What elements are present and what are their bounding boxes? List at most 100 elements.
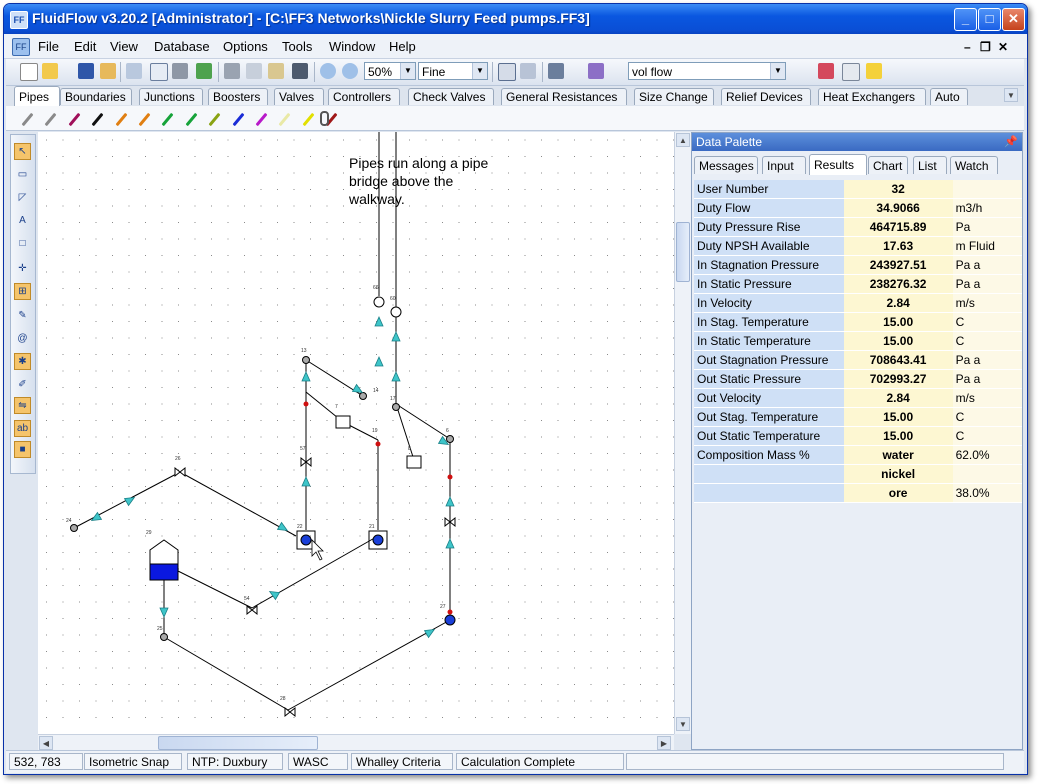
flow-arrow-icon[interactable]: [445, 496, 455, 507]
node-label[interactable]: 25: [157, 626, 163, 632]
report-icon[interactable]: [842, 63, 860, 81]
node-label[interactable]: 28: [280, 696, 286, 702]
tab-list[interactable]: List: [913, 156, 947, 174]
chevron-down-icon[interactable]: ▼: [770, 63, 785, 79]
tab-controllers[interactable]: Controllers: [328, 88, 400, 105]
result-row[interactable]: In Velocity 2.84 m/s: [694, 293, 1022, 313]
result-row[interactable]: Out Static Temperature 15.00 C: [694, 426, 1022, 446]
result-row[interactable]: Out Static Pressure 702993.27 Pa a: [694, 369, 1022, 389]
flow-arrow-icon[interactable]: [159, 607, 169, 618]
node-label[interactable]: 7: [335, 404, 338, 410]
menu-options[interactable]: Options: [223, 39, 268, 54]
junction-icon[interactable]: [160, 633, 168, 641]
junction-icon[interactable]: [446, 435, 454, 443]
flow-arrow-icon[interactable]: [423, 626, 437, 639]
paste-icon[interactable]: [268, 63, 284, 79]
select-arrow-icon[interactable]: ↖: [14, 143, 31, 160]
result-row[interactable]: In Static Temperature 15.00 C: [694, 331, 1022, 351]
data-palette-header[interactable]: Data Palette 📌: [692, 133, 1022, 151]
layers-icon[interactable]: [588, 63, 604, 79]
tab-messages[interactable]: Messages: [694, 156, 758, 174]
pipe-type-icon[interactable]: [232, 112, 245, 127]
tab-check-valves[interactable]: Check Valves: [408, 88, 494, 105]
canvas-annotation[interactable]: Pipes run along a pipe bridge above the …: [349, 154, 488, 208]
chevron-down-icon[interactable]: ▼: [1004, 88, 1018, 102]
cut-icon[interactable]: [224, 63, 240, 79]
valve-icon[interactable]: [246, 604, 258, 616]
connection-point-icon[interactable]: [447, 474, 453, 480]
status-wasc[interactable]: WASC: [288, 753, 348, 770]
result-row[interactable]: In Stagnation Pressure 243927.51 Pa a: [694, 255, 1022, 275]
move-icon[interactable]: ✛: [14, 260, 31, 277]
menu-database[interactable]: Database: [154, 39, 210, 54]
text-label-icon[interactable]: ab: [14, 420, 31, 437]
pipe-type-icon[interactable]: [115, 112, 128, 127]
print-preview-icon[interactable]: [150, 63, 168, 81]
rectangle-select-icon[interactable]: ▭: [14, 166, 31, 183]
pipe-type-icon[interactable]: [255, 112, 268, 127]
lasso-icon[interactable]: ◸: [14, 189, 31, 206]
maximize-button[interactable]: □: [978, 8, 1001, 31]
flexible-hose-icon[interactable]: [320, 111, 329, 126]
menu-file[interactable]: File: [38, 39, 59, 54]
zoom-in-icon[interactable]: [320, 63, 336, 79]
tab-valves[interactable]: Valves: [274, 88, 324, 105]
mouse-cursor-icon[interactable]: [311, 539, 324, 561]
scroll-left-icon[interactable]: ◀: [39, 736, 53, 750]
pipe-type-icon[interactable]: [21, 112, 34, 127]
label-icon[interactable]: @: [14, 330, 31, 347]
status-snap[interactable]: Isometric Snap: [84, 753, 182, 770]
horizontal-scroll-thumb[interactable]: [158, 736, 318, 750]
vertical-scroll-thumb[interactable]: [676, 222, 690, 282]
mdi-close-icon[interactable]: ✕: [998, 40, 1008, 54]
result-row[interactable]: In Stag. Temperature 15.00 C: [694, 312, 1022, 332]
chevron-down-icon[interactable]: ▼: [472, 63, 487, 79]
result-row[interactable]: ore 38.0%: [694, 483, 1022, 503]
node-label[interactable]: 8: [408, 446, 411, 452]
node-label[interactable]: 22: [297, 524, 303, 530]
tab-watch[interactable]: Watch: [950, 156, 998, 174]
node-label[interactable]: 14: [373, 388, 379, 394]
calculate-icon[interactable]: [548, 63, 564, 79]
node-label[interactable]: 17: [390, 396, 396, 402]
tab-pipes[interactable]: Pipes: [14, 86, 60, 106]
flow-arrow-icon[interactable]: [276, 521, 290, 534]
heat-exchanger-icon[interactable]: [406, 455, 422, 469]
pipe-line[interactable]: [179, 471, 297, 537]
node-label[interactable]: 66: [373, 285, 379, 291]
scroll-up-icon[interactable]: ▲: [676, 133, 690, 147]
result-row[interactable]: Composition Mass % water 62.0%: [694, 445, 1022, 465]
pipe-type-icon[interactable]: [302, 112, 315, 127]
pump-icon[interactable]: [300, 534, 312, 546]
export-icon[interactable]: [196, 63, 212, 79]
mdi-minimize-icon[interactable]: –: [964, 40, 971, 54]
close-button[interactable]: ✕: [1002, 8, 1025, 31]
tab-junctions[interactable]: Junctions: [139, 88, 203, 105]
tab-boundaries[interactable]: Boundaries: [60, 88, 132, 105]
result-row[interactable]: Out Stagnation Pressure 708643.41 Pa a: [694, 350, 1022, 370]
display-select[interactable]: vol flow ▼: [628, 62, 786, 80]
zoom-out-icon[interactable]: [342, 63, 358, 79]
mdi-restore-icon[interactable]: ❐: [980, 40, 991, 54]
result-row[interactable]: Duty Flow 34.9066 m3/h: [694, 198, 1022, 218]
node-label[interactable]: 13: [301, 348, 307, 354]
tab-boosters[interactable]: Boosters: [208, 88, 268, 105]
result-row[interactable]: User Number 32: [694, 180, 1022, 199]
node-label[interactable]: 26: [175, 456, 181, 462]
pump-icon[interactable]: [444, 614, 456, 626]
pipe-type-icon[interactable]: [44, 112, 57, 127]
canvas-vertical-scrollbar[interactable]: ▲ ▼: [674, 132, 691, 734]
pipe-type-icon[interactable]: [138, 112, 151, 127]
document-icon[interactable]: FF: [12, 38, 30, 56]
flow-arrow-icon[interactable]: [301, 371, 311, 382]
menu-tools[interactable]: Tools: [282, 39, 312, 54]
menu-view[interactable]: View: [110, 39, 138, 54]
status-ntp[interactable]: NTP: Duxbury: [187, 753, 283, 770]
flow-meter-icon[interactable]: [390, 306, 402, 318]
bounding-box-icon[interactable]: □: [14, 235, 31, 252]
annotation-icon[interactable]: ✎: [14, 307, 31, 324]
network-drawing[interactable]: 66 60 13 14 17 7 19 6 8 57 26 24 29 22 21 27 54 25 28: [38, 132, 674, 734]
grid-dots[interactable]: [46, 139, 674, 718]
result-row[interactable]: Duty NPSH Available 17.63 m Fluid: [694, 236, 1022, 256]
connection-point-icon[interactable]: [303, 401, 309, 407]
